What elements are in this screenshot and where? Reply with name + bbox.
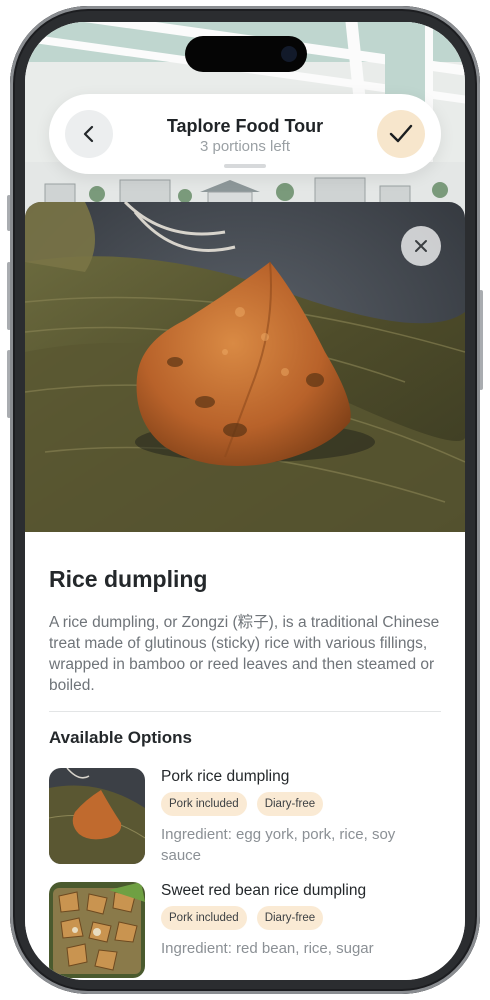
tour-header-card: Taplore Food Tour 3 portions left <box>49 94 441 174</box>
back-button[interactable] <box>65 110 113 158</box>
tag-badge: Pork included <box>161 906 247 930</box>
screen: Taplore Food Tour 3 portions left Rice d… <box>25 22 465 980</box>
confirm-button[interactable] <box>377 110 425 158</box>
option-item[interactable]: Pork rice dumpling Pork included Diary-f… <box>49 768 441 868</box>
option-thumbnail <box>49 882 145 978</box>
option-tags: Pork included Diary-free <box>161 906 324 930</box>
option-name: Pork rice dumpling <box>161 768 290 785</box>
dish-title: Rice dumpling <box>49 566 208 592</box>
dish-photo <box>25 202 465 532</box>
close-button[interactable] <box>401 226 441 266</box>
option-ingredients: Ingredient: red bean, rice, sugar <box>161 940 374 957</box>
option-item[interactable]: Sweet red bean rice dumpling Pork includ… <box>49 882 441 980</box>
divider <box>49 711 441 712</box>
chevron-left-icon <box>83 125 94 143</box>
drag-handle[interactable] <box>224 164 266 168</box>
tag-badge: Diary-free <box>256 906 324 930</box>
tag-badge: Pork included <box>161 792 247 816</box>
dish-details: Rice dumpling A rice dumpling, or Zongzi… <box>25 532 465 980</box>
dynamic-island <box>185 36 307 72</box>
option-name: Sweet red bean rice dumpling <box>161 882 367 899</box>
tag-badge: Diary-free <box>256 792 324 816</box>
dish-description: A rice dumpling, or Zongzi (粽子), is a tr… <box>49 614 440 694</box>
option-ingredients: Ingredient: egg york, pork, rice, soy sa… <box>161 826 396 864</box>
portions-left-label: 3 portions left <box>199 138 291 155</box>
option-thumbnail <box>49 768 145 864</box>
options-heading: Available Options <box>49 728 192 747</box>
tour-title: Taplore Food Tour <box>166 116 324 136</box>
close-icon <box>415 240 427 252</box>
check-icon <box>389 124 413 143</box>
option-tags: Pork included Diary-free <box>161 792 324 816</box>
